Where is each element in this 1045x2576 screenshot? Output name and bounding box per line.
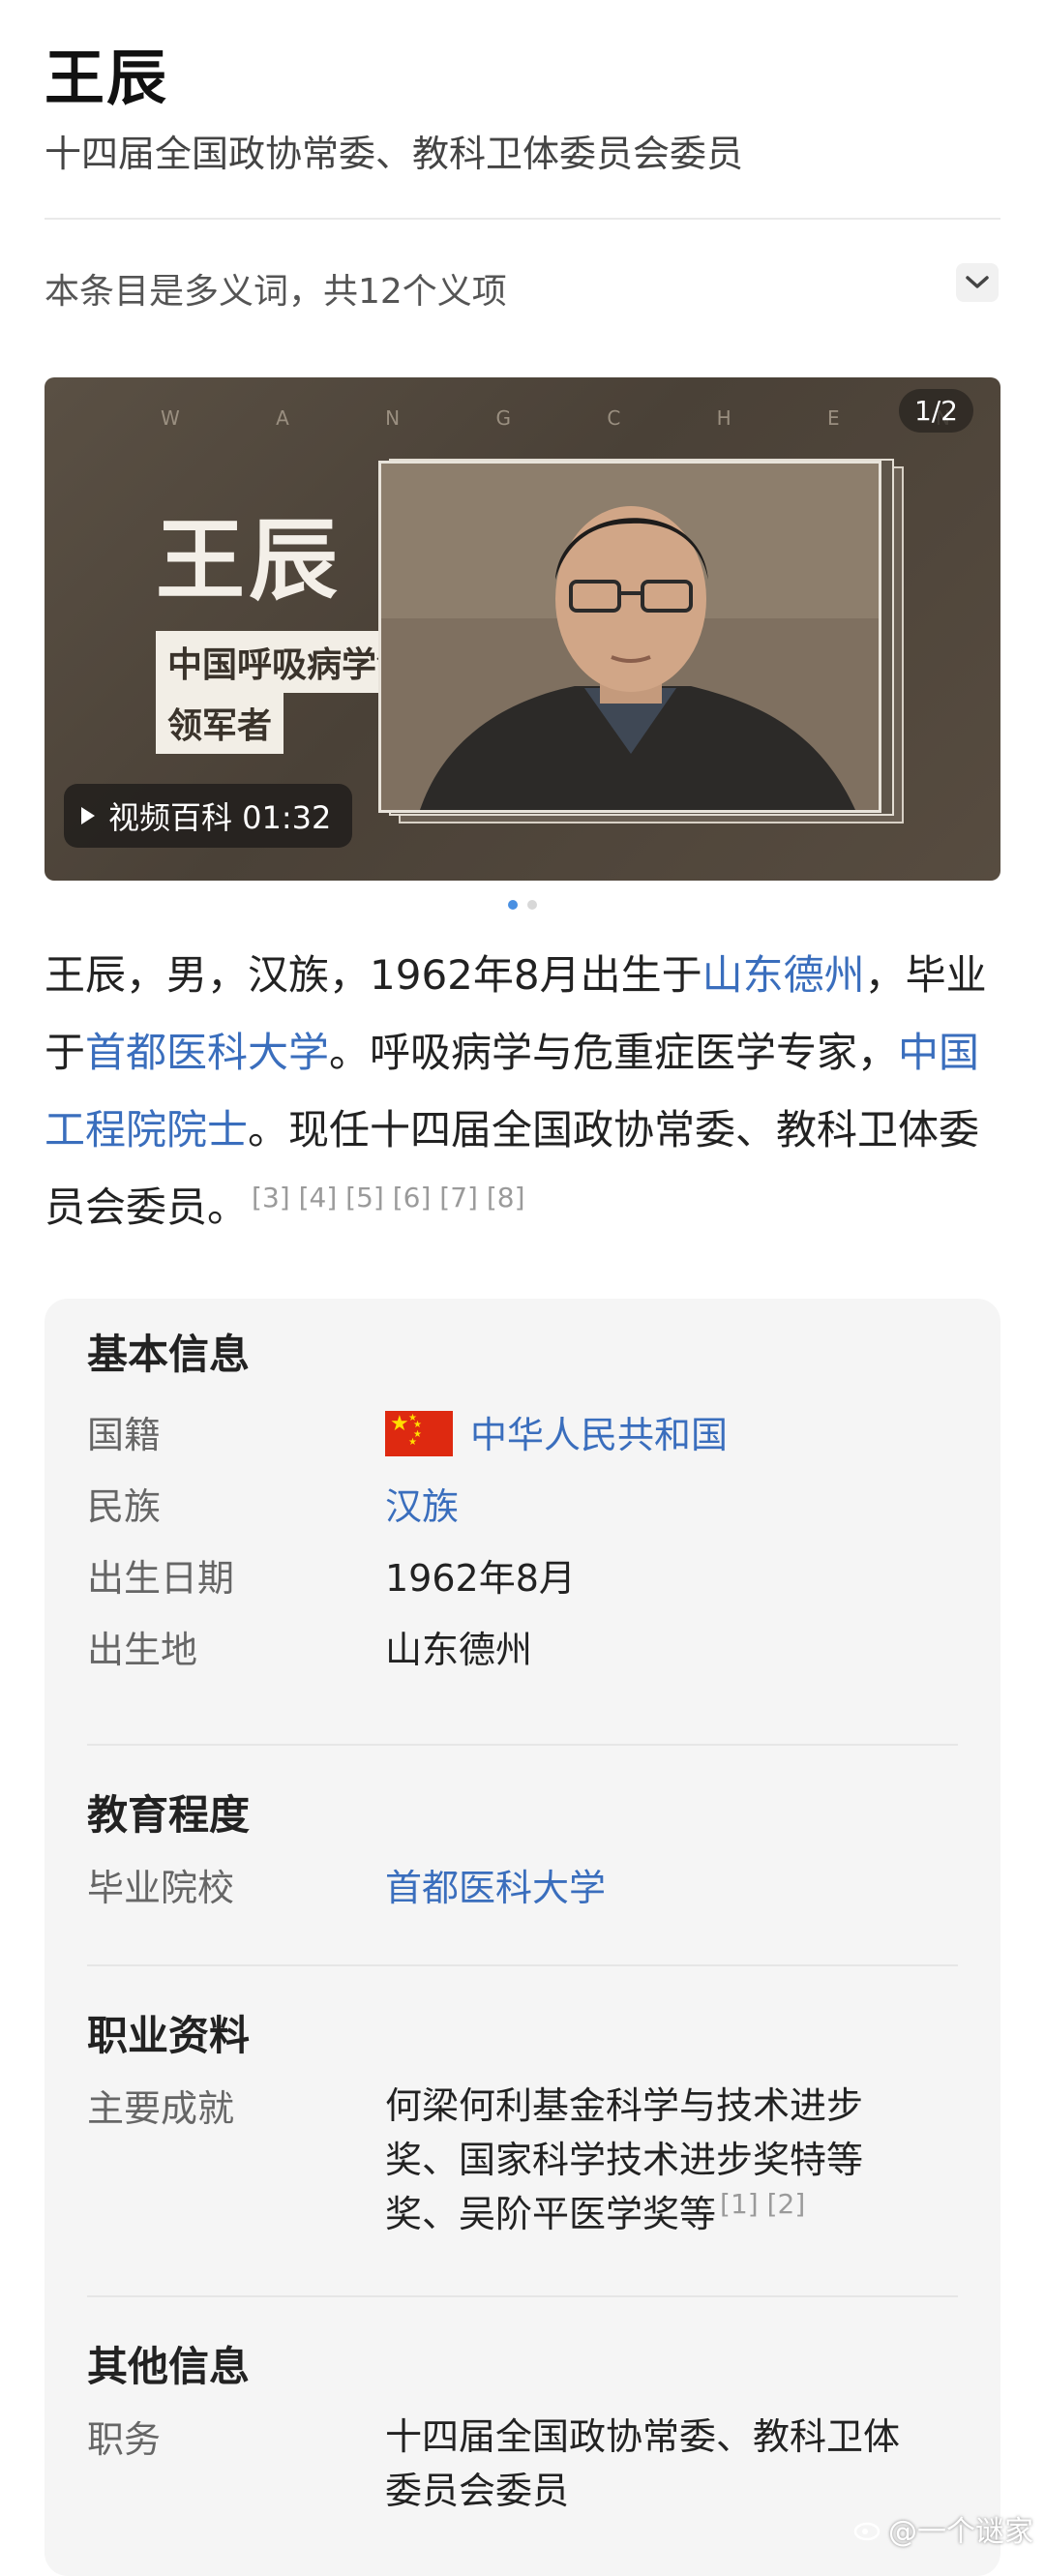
baike-entry-page: 王辰 十四届全国政协常委、教科卫体委员会委员 本条目是多义词，共12个义项 W …: [0, 0, 1045, 2576]
entry-title: 王辰: [45, 43, 169, 113]
row-value-link[interactable]: 汉族: [385, 1477, 459, 1530]
watermark-text: @一个谜家: [888, 2515, 1033, 2549]
portrait-illustration: [381, 464, 879, 810]
polysemy-expand-button[interactable]: [956, 263, 999, 302]
entry-subtitle: 十四届全国政协常委、教科卫体委员会委员: [45, 133, 744, 175]
banner-letter: C: [607, 406, 625, 430]
row-value: 山东德州: [385, 1629, 533, 1671]
carousel-dot-active[interactable]: [508, 900, 518, 910]
row-value-link[interactable]: 首都医科大学: [385, 1858, 606, 1911]
polysemy-notice[interactable]: 本条目是多义词，共12个义项: [45, 263, 507, 314]
chevron-down-icon: [966, 276, 989, 288]
info-row-position: 职务 十四届全国政协常委、教科卫体委员会委员: [87, 2410, 958, 2535]
china-flag-icon: ★ ★ ★ ★ ★: [385, 1411, 453, 1456]
portrait-photo: [378, 461, 881, 813]
link-capital-medical-university[interactable]: 首都医科大学: [85, 1029, 329, 1076]
row-label: 国籍: [87, 1414, 162, 1456]
summary-text: 。呼吸病学与危重症医学专家，: [329, 1029, 899, 1076]
banner-title: 王辰: [156, 508, 343, 613]
weibo-icon: [853, 2522, 881, 2541]
carousel-indicator: [0, 900, 1045, 910]
section-heading-career: 职业资料: [87, 2012, 251, 2059]
row-label: 职务: [87, 2418, 162, 2461]
video-play-button[interactable]: 视频百科 01:32: [64, 784, 353, 848]
row-value-multiline: 何梁何利基金科学与技术进步奖、国家科学技术进步奖特等奖、吴阶平医学奖等 [1] […: [385, 2079, 927, 2241]
banner-letter: N: [385, 406, 404, 430]
row-value-multiline: 十四届全国政协常委、教科卫体委员会委员: [385, 2415, 901, 2512]
entry-summary: 王辰，男，汉族，1962年8月出生于山东德州，毕业于首都医科大学。呼吸病学与危重…: [45, 937, 1002, 1246]
media-counter: 1/2: [898, 389, 973, 433]
row-label: 出生日期: [87, 1557, 235, 1600]
divider: [45, 218, 1000, 220]
video-banner[interactable]: W A N G C H E N 王辰 中国呼吸病学领域 领军者: [45, 377, 1000, 881]
banner-letter: H: [716, 406, 735, 430]
row-value-link[interactable]: ★ ★ ★ ★ ★ 中华人民共和国: [385, 1405, 728, 1460]
section-heading-education: 教育程度: [87, 1791, 251, 1839]
row-label: 主要成就: [87, 2087, 235, 2130]
reference-links[interactable]: [3] [4] [5] [6] [7] [8]: [252, 1182, 524, 1213]
row-value: 1962年8月: [385, 1557, 576, 1600]
info-box: 基本信息 国籍 ★ ★ ★ ★ ★ 中华人民共和国 民族 汉族 出生日期 1962年8月 …: [45, 1299, 1000, 2576]
info-row-achievement: 主要成就 何梁何利基金科学与技术进步奖、国家科学技术进步奖特等奖、吴阶平医学奖等…: [87, 2079, 958, 2272]
section-divider: [87, 1964, 958, 1966]
carousel-dot[interactable]: [527, 900, 537, 910]
link-shandong-dezhou[interactable]: 山东德州: [702, 951, 865, 999]
banner-letter: A: [276, 406, 293, 430]
banner-letter: G: [495, 406, 515, 430]
section-heading-other: 其他信息: [87, 2343, 251, 2390]
banner-tag-line2: 领军者: [156, 692, 284, 754]
banner-letters: W A N G C H E N: [161, 406, 954, 430]
section-divider: [87, 2295, 958, 2297]
banner-letter: E: [827, 406, 844, 430]
banner-letter: W: [161, 406, 184, 430]
section-heading-basic: 基本信息: [87, 1331, 251, 1378]
section-divider: [87, 1744, 958, 1746]
watermark: @一个谜家: [853, 2507, 1033, 2550]
row-label: 民族: [87, 1485, 162, 1528]
row-label: 毕业院校: [87, 1867, 235, 1909]
play-icon: [81, 807, 95, 824]
video-label: 视频百科 01:32: [108, 799, 332, 836]
row-label: 出生地: [87, 1629, 198, 1671]
reference-links[interactable]: [1] [2]: [720, 2188, 805, 2220]
nationality-value[interactable]: 中华人民共和国: [470, 1414, 728, 1456]
summary-text: 王辰，男，汉族，1962年8月出生于: [45, 951, 702, 999]
